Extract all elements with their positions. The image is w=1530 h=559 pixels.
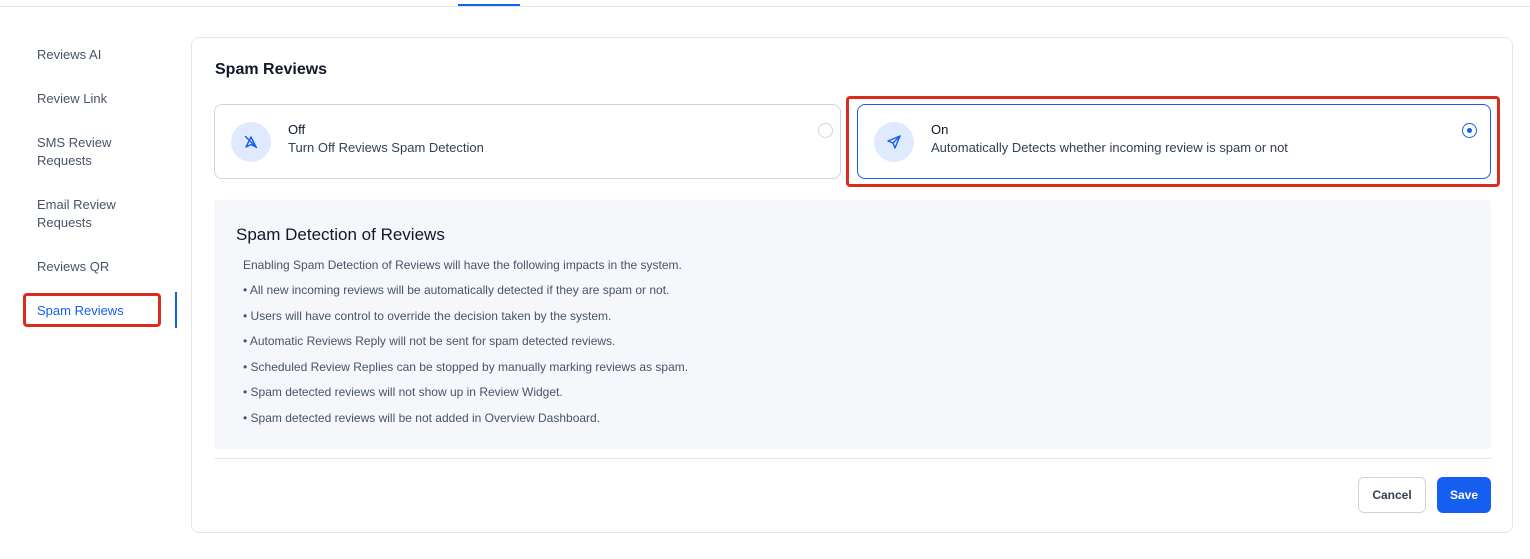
sidebar-item-sms-review-requests[interactable]: SMS Review Requests <box>37 134 127 170</box>
info-bullet: • Spam detected reviews will not show up… <box>243 385 563 399</box>
info-intro: Enabling Spam Detection of Reviews will … <box>243 258 682 272</box>
footer-divider <box>214 458 1491 459</box>
info-bullet: • Automatic Reviews Reply will not be se… <box>243 334 616 348</box>
card-title: Spam Reviews <box>215 61 328 78</box>
sidebar-active-indicator <box>175 292 177 328</box>
info-title: Spam Detection of Reviews <box>236 225 445 244</box>
sidebar-item-reviews-qr[interactable]: Reviews QR <box>37 258 157 276</box>
sidebar-item-spam-reviews[interactable]: Spam Reviews <box>37 302 157 320</box>
send-icon <box>874 122 914 162</box>
option-on-title: On <box>931 122 949 137</box>
send-off-icon <box>231 122 271 162</box>
top-divider <box>0 6 1530 7</box>
cancel-button[interactable]: Cancel <box>1358 477 1426 513</box>
option-on-description: Automatically Detects whether incoming r… <box>931 140 1288 155</box>
sidebar-item-email-review-requests[interactable]: Email Review Requests <box>37 196 127 232</box>
radio-on[interactable] <box>1462 123 1477 138</box>
sidebar-item-reviews-ai[interactable]: Reviews AI <box>37 46 157 64</box>
info-bullet: • All new incoming reviews will be autom… <box>243 283 670 297</box>
radio-off[interactable] <box>818 123 833 138</box>
spam-option-off[interactable]: Off Turn Off Reviews Spam Detection <box>214 104 841 179</box>
info-bullet: • Scheduled Review Replies can be stoppe… <box>243 360 689 374</box>
spam-reviews-card: Spam Reviews Off Turn Off Reviews Spam D… <box>191 37 1513 533</box>
spam-option-on[interactable]: On Automatically Detects whether incomin… <box>857 104 1491 179</box>
top-tab-active-indicator <box>458 4 520 6</box>
info-bullet: • Spam detected reviews will be not adde… <box>243 411 601 425</box>
option-off-title: Off <box>288 122 306 137</box>
option-off-description: Turn Off Reviews Spam Detection <box>288 140 484 155</box>
sidebar-item-review-link[interactable]: Review Link <box>37 90 157 108</box>
spam-detection-info-panel: Spam Detection of Reviews Enabling Spam … <box>214 200 1491 449</box>
save-button[interactable]: Save <box>1437 477 1491 513</box>
info-bullet: • Users will have control to override th… <box>243 309 612 323</box>
